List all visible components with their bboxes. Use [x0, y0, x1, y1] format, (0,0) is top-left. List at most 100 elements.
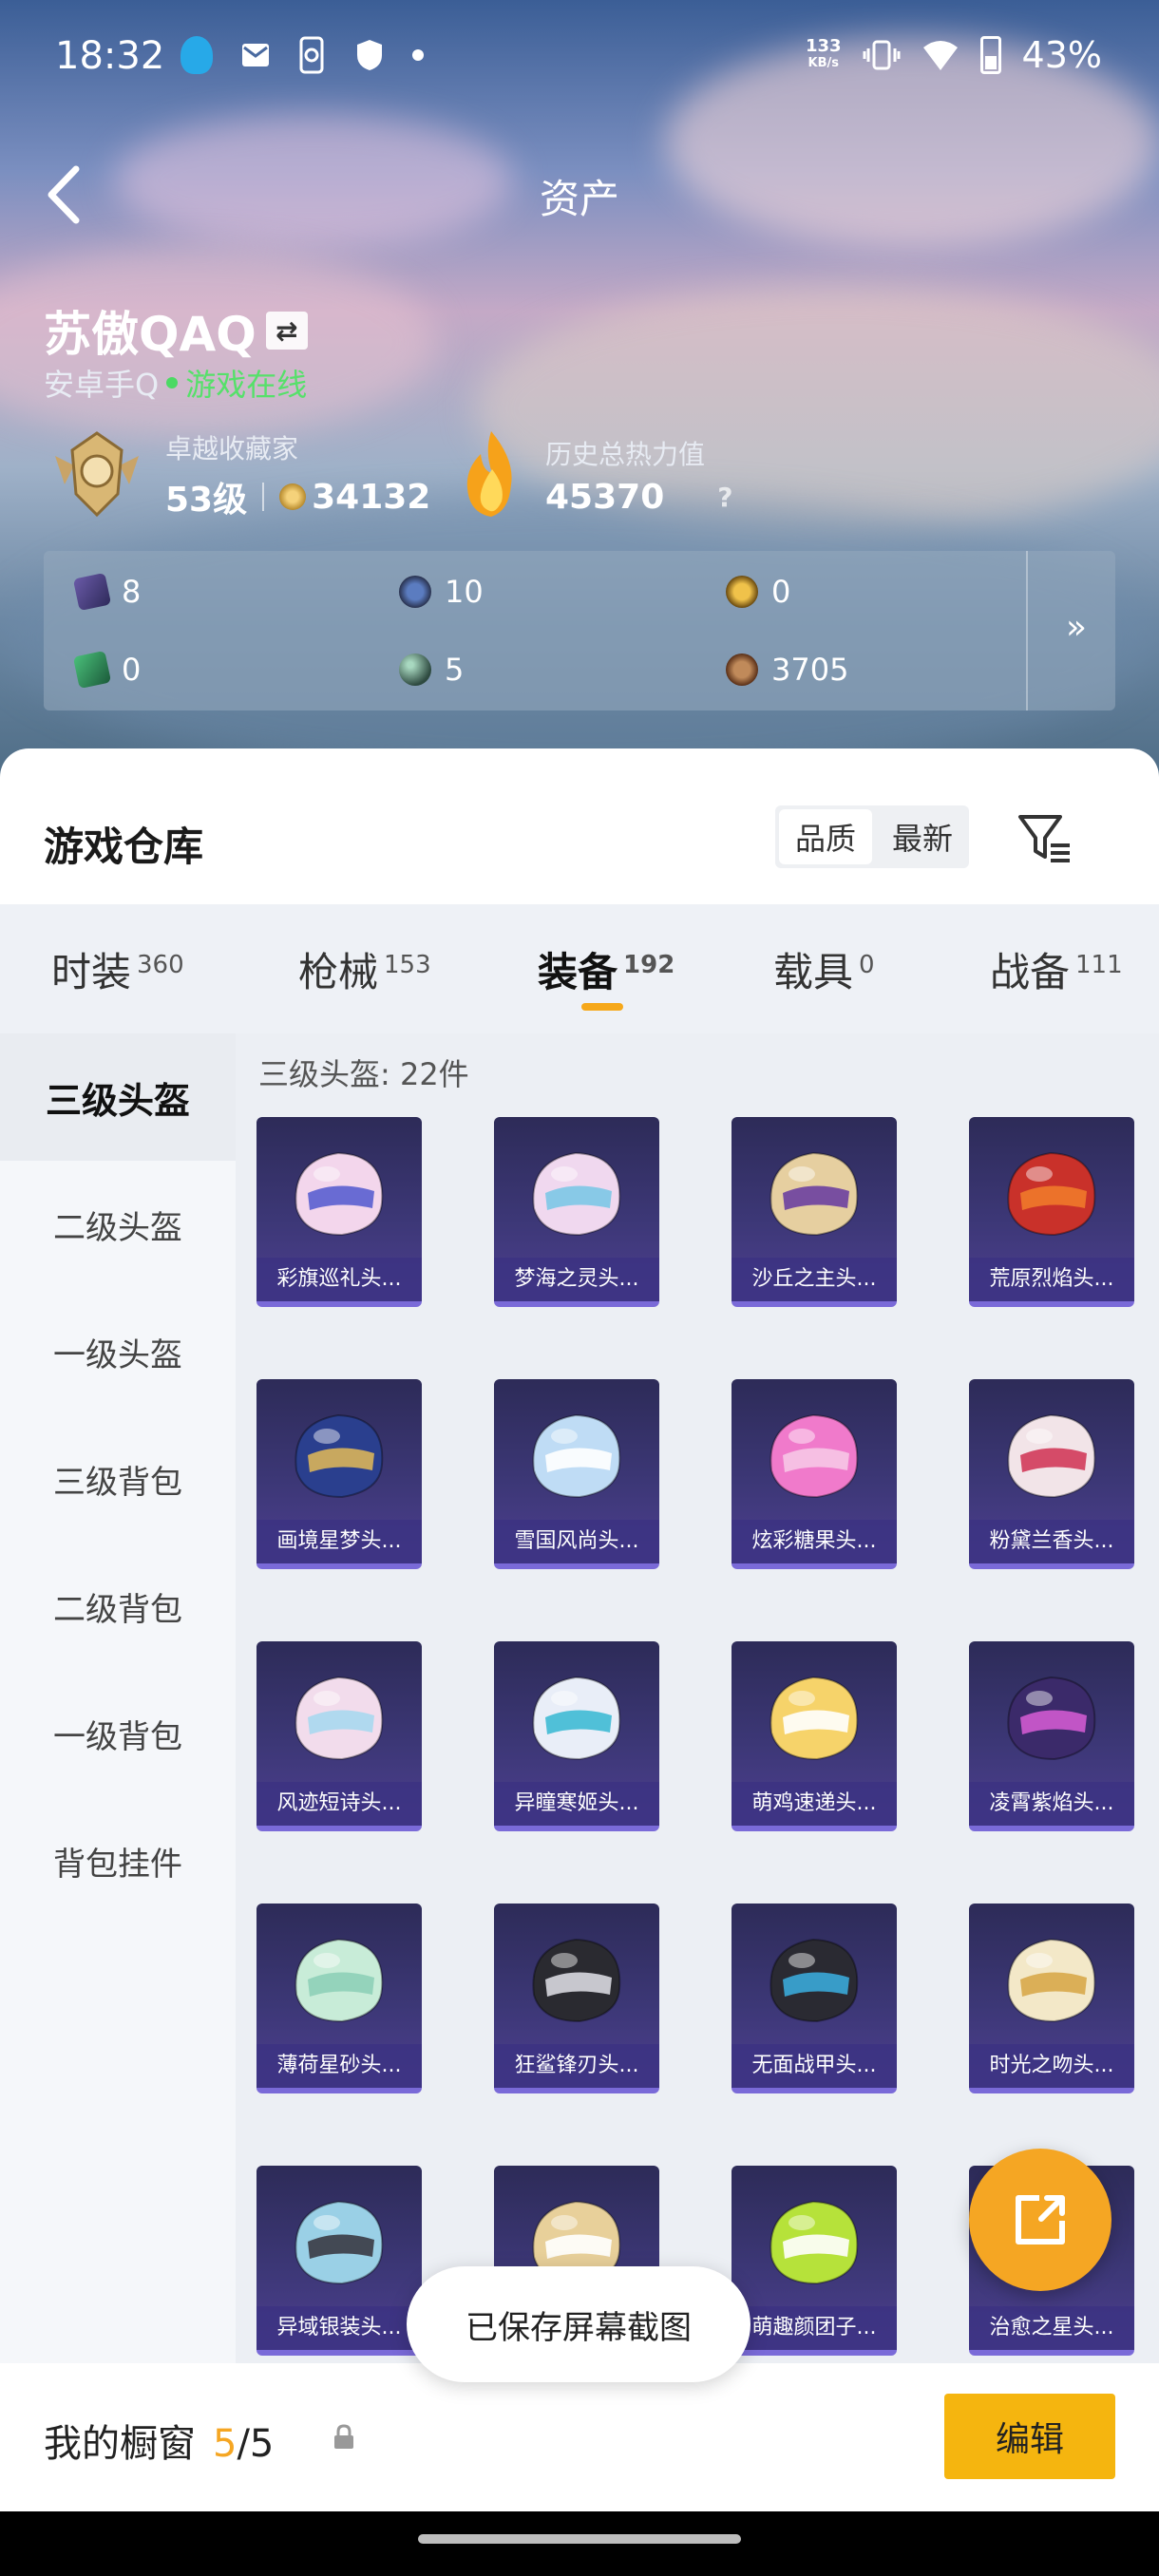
collector-points: 34132	[312, 477, 431, 517]
heat-help-icon[interactable]: ?	[717, 482, 732, 513]
item-card[interactable]: 炫彩糖果头...	[732, 1379, 897, 1569]
tab-weapons[interactable]: 枪械 153	[298, 940, 431, 998]
lock-icon	[334, 2424, 353, 2449]
card-icon	[72, 572, 112, 612]
edit-showcase-button[interactable]: 编辑	[944, 2394, 1115, 2479]
item-card[interactable]: 雪国风尚头...	[494, 1379, 659, 1569]
network-speed: 133 KB/s	[805, 36, 842, 71]
phone-sync-icon	[299, 36, 324, 74]
collector-level: 53级	[165, 481, 248, 520]
sort-latest-button[interactable]: 最新	[876, 805, 969, 868]
heat-label: 历史总热力值	[545, 438, 706, 470]
helmet-icon	[532, 1676, 621, 1761]
helmet-icon	[532, 1938, 621, 2023]
mail-icon	[242, 44, 269, 66]
sidebar-item-level1-backpack[interactable]: 一级背包	[0, 1670, 236, 1797]
stats-expand-icon[interactable]: »	[1066, 608, 1087, 647]
helmet-icon	[1007, 1151, 1096, 1237]
bronze-coin-icon	[726, 653, 758, 686]
item-card[interactable]: 风迹短诗头...	[256, 1641, 422, 1831]
a-coin-icon	[726, 576, 758, 608]
stat-item: 0	[726, 574, 790, 610]
helmet-icon	[294, 1676, 384, 1761]
sidebar-item-level2-helmet[interactable]: 二级头盔	[0, 1161, 236, 1288]
item-name: 风迹短诗头...	[256, 1782, 422, 1826]
showcase-label: 我的橱窗 5 /5	[44, 2422, 275, 2466]
item-card[interactable]: 沙丘之主头...	[732, 1117, 897, 1307]
item-name: 彩旗巡礼头...	[256, 1258, 422, 1301]
stat-item: 3705	[726, 652, 848, 688]
item-card[interactable]: 荒原烈焰头...	[969, 1117, 1134, 1307]
helmet-icon	[1007, 1676, 1096, 1761]
platform-label: 安卓手Q	[44, 367, 160, 403]
item-card[interactable]: 异瞳寒姬头...	[494, 1641, 659, 1831]
heat-badge[interactable]: 历史总热力值 45370 ?	[454, 427, 733, 522]
online-status: 游戏在线	[185, 367, 308, 403]
item-name: 狂鲨锋刃头...	[494, 2044, 659, 2088]
tab-fashion[interactable]: 时装 360	[51, 940, 184, 998]
collector-coin-icon	[279, 483, 307, 510]
switch-account-icon[interactable]: ⇄	[265, 312, 308, 350]
showcase-bar: 我的橱窗 5 /5 编辑	[0, 2363, 1159, 2511]
helmet-icon	[294, 2200, 384, 2285]
item-name: 梦海之灵头...	[494, 1258, 659, 1301]
item-name: 凌霄紫焰头...	[969, 1782, 1134, 1826]
item-name: 无面战甲头...	[732, 2044, 897, 2088]
item-card[interactable]: 狂鲨锋刃头...	[494, 1904, 659, 2093]
item-card[interactable]: 时光之吻头...	[969, 1904, 1134, 2093]
item-name: 粉黛兰香头...	[969, 1520, 1134, 1563]
item-card[interactable]: 薄荷星砂头...	[256, 1904, 422, 2093]
item-card[interactable]: 梦海之灵头...	[494, 1117, 659, 1307]
home-gesture-handle[interactable]	[418, 2534, 741, 2544]
item-card[interactable]: 粉黛兰香头...	[969, 1379, 1134, 1569]
notification-dot-icon	[412, 49, 424, 61]
stat-item: 5	[399, 652, 464, 688]
helmet-icon	[770, 1938, 859, 2023]
sidebar-item-level3-backpack[interactable]: 三级背包	[0, 1415, 236, 1543]
item-card[interactable]: 异域银装头...	[256, 2166, 422, 2356]
online-dot-icon	[166, 377, 179, 388]
item-card[interactable]: 彩旗巡礼头...	[256, 1117, 422, 1307]
item-name: 萌鸡速递头...	[732, 1782, 897, 1826]
item-card[interactable]: 凌霄紫焰头...	[969, 1641, 1134, 1831]
green-card-icon	[72, 650, 112, 690]
showcase-total: /5	[237, 2422, 275, 2466]
item-name: 时光之吻头...	[969, 2044, 1134, 2088]
stat-item: 0	[72, 650, 141, 690]
collector-badge[interactable]: 卓越收藏家 53级 34132	[46, 427, 430, 522]
helmet-icon	[770, 1676, 859, 1761]
share-button[interactable]	[969, 2149, 1112, 2291]
active-tab-indicator	[581, 1003, 623, 1011]
item-card[interactable]: 萌鸡速递头...	[732, 1641, 897, 1831]
flame-icon	[466, 431, 512, 517]
sidebar-item-level1-helmet[interactable]: 一级头盔	[0, 1288, 236, 1415]
helmet-icon	[770, 2200, 859, 2285]
showcase-current: 5	[213, 2422, 238, 2466]
item-card[interactable]: 萌趣颜团子...	[732, 2166, 897, 2356]
tab-supplies[interactable]: 战备 111	[990, 940, 1123, 998]
sidebar-item-level3-helmet[interactable]: 三级头盔	[0, 1033, 236, 1161]
helmet-icon	[294, 1151, 384, 1237]
tab-vehicles[interactable]: 载具 0	[773, 940, 875, 998]
sidebar-item-backpack-pendant[interactable]: 背包挂件	[0, 1797, 236, 1924]
item-card[interactable]: 无面战甲头...	[732, 1904, 897, 2093]
filter-icon[interactable]	[1016, 811, 1074, 864]
stat-item: 10	[399, 574, 484, 610]
helmet-icon	[1007, 1938, 1096, 2023]
collector-emblem-icon	[55, 431, 139, 518]
sidebar-item-level2-backpack[interactable]: 二级背包	[0, 1543, 236, 1670]
system-navigation-bar	[0, 2511, 1159, 2576]
item-name: 画境星梦头...	[256, 1520, 422, 1563]
item-card[interactable]: 画境星梦头...	[256, 1379, 422, 1569]
battery-icon	[979, 36, 1001, 74]
tab-equipment[interactable]: 装备 192	[538, 940, 674, 998]
item-name: 炫彩糖果头...	[732, 1520, 897, 1563]
profile-header: 18:32 133KB/s 43% 资产 苏傲QAQ ⇄ 安卓手Q 游戏在线	[0, 0, 1159, 779]
item-name: 薄荷星砂头...	[256, 2044, 422, 2088]
orb-icon	[399, 653, 431, 686]
item-name: 荒原烈焰头...	[969, 1258, 1134, 1301]
currency-panel[interactable]: 8 10 0 0 5 3705 »	[44, 551, 1115, 710]
platform-line: 安卓手Q 游戏在线	[44, 361, 307, 405]
helmet-icon	[532, 1151, 621, 1237]
sort-quality-button[interactable]: 品质	[779, 809, 872, 864]
